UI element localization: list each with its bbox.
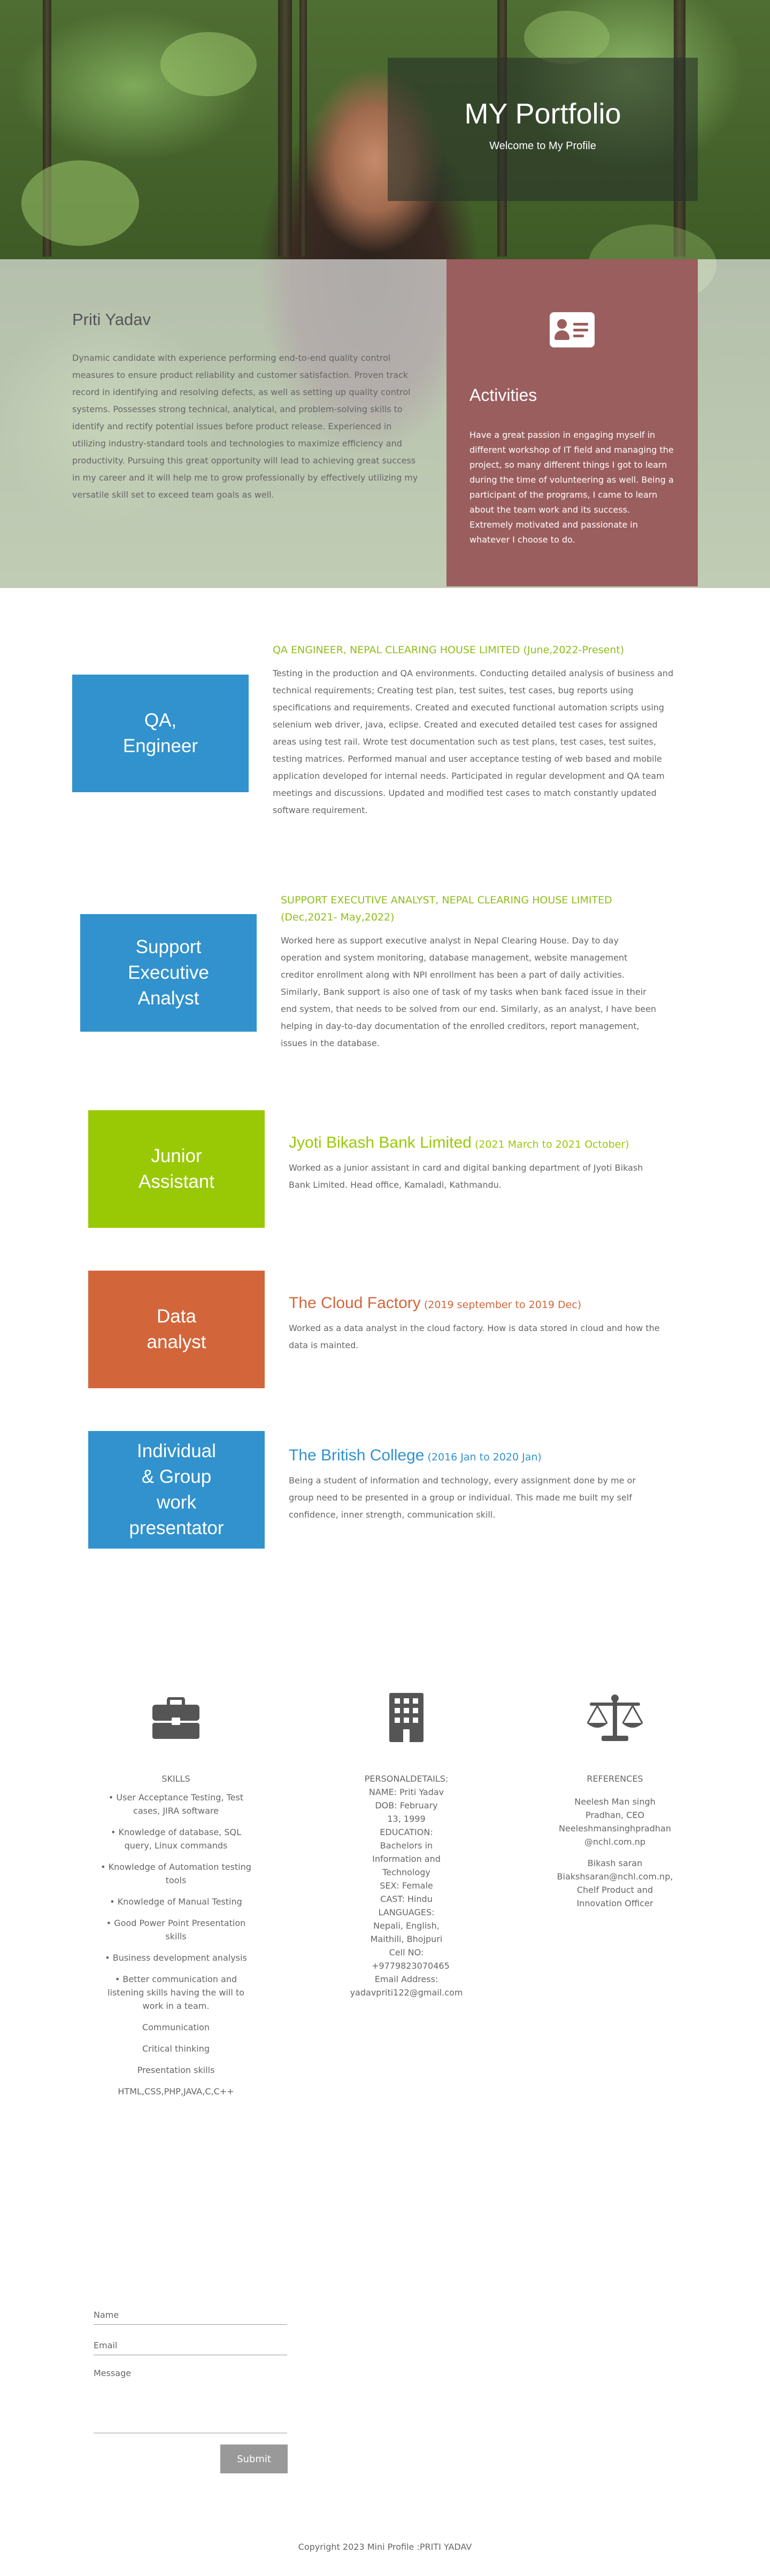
company-name: The British College bbox=[289, 1446, 425, 1464]
company-name: The Cloud Factory bbox=[289, 1294, 421, 1312]
skill-item: HTML,CSS,PHP,JAVA,C,C++ bbox=[118, 2086, 234, 2097]
experience-description: Testing in the production and QA environ… bbox=[273, 668, 674, 815]
experience-entry-support-analyst: SUPPORT EXECUTIVE ANALYST, NEPAL CLEARIN… bbox=[281, 892, 660, 1052]
experience-entry-qa-engineer: QA ENGINEER, NEPAL CLEARING HOUSE LIMITE… bbox=[273, 641, 679, 819]
references-heading: REFERENCES bbox=[587, 1774, 643, 1784]
personal-details-column: PERSONALDETAILS: NAME: Priti Yadav DOB: … bbox=[332, 1692, 481, 1999]
experience-heading: Jyoti Bikash Bank Limited (2021 March to… bbox=[289, 1134, 663, 1153]
experience-description: Worked as a data analyst in the cloud fa… bbox=[289, 1323, 660, 1350]
experience-entry-jyoti-bikash: Jyoti Bikash Bank Limited (2021 March to… bbox=[289, 1134, 663, 1194]
personal-education: EDUCATION: Bachelors in Information and … bbox=[372, 1827, 441, 1877]
skill-item: Presentation skills bbox=[137, 2065, 215, 2075]
profile-name: Priti Yadav bbox=[72, 310, 151, 329]
personal-sex: SEX: Female bbox=[380, 1881, 433, 1891]
activities-card: Activities Have a great passion in engag… bbox=[446, 259, 698, 586]
experience-badge-qa-engineer: QA, Engineer bbox=[72, 675, 249, 792]
balance-scale-icon bbox=[586, 1692, 644, 1745]
experience-description: Worked here as support executive analyst… bbox=[281, 935, 657, 1048]
company-name: Jyoti Bikash Bank Limited bbox=[289, 1134, 472, 1151]
reference-1-email: Neeleshmansinghpradhan @nchl.com.np bbox=[559, 1823, 671, 1847]
personal-languages: LANGUAGES: Nepali, English, Maithili, Bh… bbox=[370, 1907, 443, 1944]
experience-heading: SUPPORT EXECUTIVE ANALYST, NEPAL CLEARIN… bbox=[281, 894, 612, 923]
skill-item: Communication bbox=[142, 2022, 210, 2032]
experience-badge-data-analyst: Data analyst bbox=[88, 1271, 265, 1388]
experience-entry-british-college: The British College (2016 Jan to 2020 Ja… bbox=[289, 1447, 663, 1523]
page-subtitle: Welcome to My Profile bbox=[489, 140, 596, 152]
personal-details-heading: PERSONALDETAILS: bbox=[364, 1774, 449, 1784]
skill-item: • Knowledge of Automation testing tools bbox=[101, 1862, 251, 1885]
experience-badge-junior-assistant: Junior Assistant bbox=[88, 1110, 265, 1228]
page-title: MY Portfolio bbox=[464, 98, 621, 130]
reference-1-name: Neelesh Man singh Pradhan, CEO bbox=[574, 1797, 656, 1820]
experience-heading: The Cloud Factory (2019 september to 201… bbox=[289, 1295, 663, 1313]
activities-title: Activities bbox=[469, 385, 537, 405]
skill-item: • Better communication and listening ski… bbox=[107, 1974, 244, 2011]
skill-item: Critical thinking bbox=[142, 2044, 210, 2054]
briefcase-icon bbox=[151, 1692, 201, 1745]
experience-heading: QA ENGINEER, NEPAL CLEARING HOUSE LIMITE… bbox=[273, 644, 625, 656]
id-card-icon bbox=[550, 312, 595, 347]
skills-column: SKILLS • User Acceptance Testing, Test c… bbox=[98, 1692, 253, 2106]
footer-copyright: Copyright 2023 Mini Profile :PRITI YADAV bbox=[298, 2542, 472, 2552]
employment-date: (2019 september to 2019 Dec) bbox=[424, 1299, 582, 1311]
experience-heading: The British College (2016 Jan to 2020 Ja… bbox=[289, 1447, 663, 1466]
personal-name: NAME: Priti Yadav bbox=[368, 1787, 444, 1797]
reference-2-title: Chelf Product and Innovation Officer bbox=[576, 1885, 653, 1908]
personal-email: Email Address: yadavpriti122@gmail.com bbox=[350, 1974, 463, 1998]
building-icon bbox=[385, 1692, 428, 1745]
skill-item: • Knowledge of Manual Testing bbox=[110, 1897, 242, 1907]
employment-date: (2016 Jan to 2020 Jan) bbox=[427, 1451, 542, 1463]
about-section: Priti Yadav Dynamic candidate with exper… bbox=[72, 310, 420, 504]
skills-heading: SKILLS bbox=[161, 1774, 190, 1784]
references-column: REFERENCES Neelesh Man singh Pradhan, CE… bbox=[540, 1692, 690, 1910]
skill-item: • Good Power Point Presentation skills bbox=[106, 1918, 246, 1941]
personal-cast: CAST: Hindu bbox=[380, 1894, 433, 1904]
skill-item: • User Acceptance Testing, Test cases, J… bbox=[108, 1792, 244, 1816]
personal-phone: Cell NO: +9779823070465 bbox=[372, 1947, 450, 1971]
skill-item: • Knowledge of database, SQL query, Linu… bbox=[110, 1827, 242, 1851]
experience-description: Worked as a junior assistant in card and… bbox=[289, 1163, 643, 1190]
reference-2-email: Biakshsaran@nchl.com.np, bbox=[557, 1871, 673, 1882]
experience-entry-cloud-factory: The Cloud Factory (2019 september to 201… bbox=[289, 1295, 663, 1354]
experience-badge-support-analyst: Support Executive Analyst bbox=[80, 914, 257, 1032]
experience-description: Being a student of information and techn… bbox=[289, 1475, 636, 1520]
experience-badge-presentator: Individual & Group work presentator bbox=[88, 1431, 265, 1549]
skill-item: • Business development analysis bbox=[105, 1953, 247, 1963]
activities-text: Have a great passion in engaging myself … bbox=[469, 430, 674, 545]
reference-2-name: Bikash saran bbox=[587, 1858, 643, 1868]
title-banner: MY Portfolio Welcome to My Profile bbox=[388, 58, 698, 201]
email-input[interactable] bbox=[94, 2336, 287, 2355]
submit-button[interactable]: Submit bbox=[220, 2445, 288, 2473]
employment-date: (2021 March to 2021 October) bbox=[474, 1139, 629, 1150]
personal-dob: DOB: February 13, 1999 bbox=[375, 1800, 438, 1824]
profile-summary: Dynamic candidate with experience perfor… bbox=[72, 353, 418, 500]
name-input[interactable] bbox=[94, 2306, 287, 2325]
message-textarea[interactable] bbox=[94, 2368, 287, 2433]
